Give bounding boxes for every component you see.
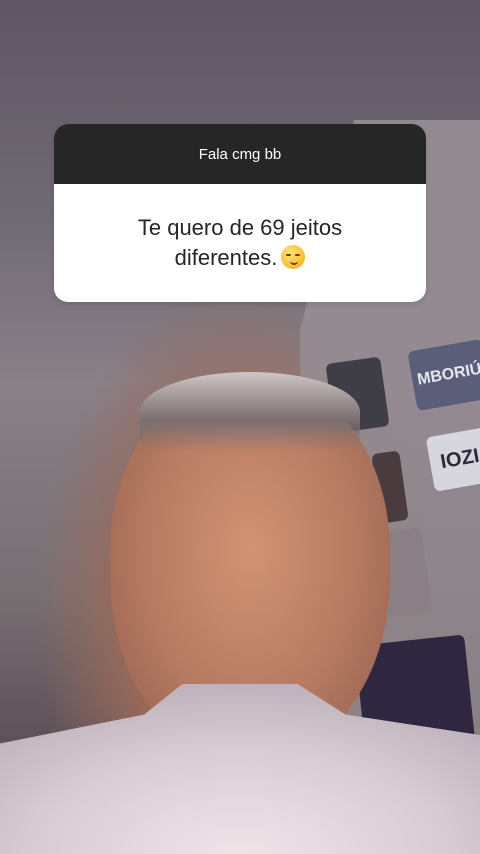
question-sticker-header: Fala cmg bb xyxy=(54,124,426,184)
question-sticker-body: Te quero de 69 jeitos diferentes. xyxy=(54,184,426,302)
license-plate-1-text: MBORIÚ xyxy=(415,360,480,389)
question-prompt: Fala cmg bb xyxy=(198,145,282,163)
question-sticker[interactable]: Fala cmg bb Te quero de 69 jeitos difere… xyxy=(54,124,426,302)
license-plate-1: MBORIÚ xyxy=(407,338,480,412)
person-hair xyxy=(140,372,360,452)
answer-text: Te quero de 69 jeitos diferentes. xyxy=(137,215,343,270)
smirking-face-icon xyxy=(281,245,306,269)
license-plate-2: IOZI xyxy=(425,427,480,492)
license-plate-2-text: IOZI xyxy=(438,444,480,474)
